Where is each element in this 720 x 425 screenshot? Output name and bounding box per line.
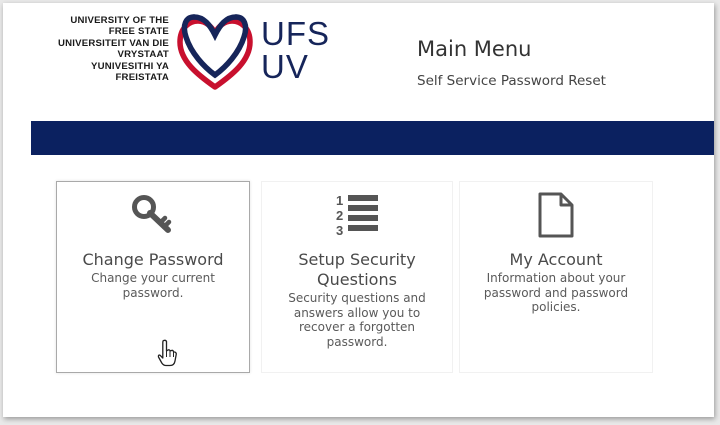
ufs-logo-icon — [177, 14, 253, 90]
tile-title: My Account — [509, 250, 603, 269]
university-name: UNIVERSITY OF THE FREE STATE UNIVERSITEI… — [23, 15, 169, 83]
svg-text:2: 2 — [336, 208, 343, 223]
page-subtitle: Self Service Password Reset — [417, 73, 606, 89]
logo-line: FREISTATA — [115, 72, 169, 84]
tile-description: Security questions and answers allow you… — [288, 291, 426, 349]
logo-line: YUNIVESITHI YA — [91, 60, 169, 72]
page-title: Main Menu — [417, 37, 532, 61]
svg-text:1: 1 — [336, 193, 343, 208]
header-banner — [31, 121, 714, 155]
hand-pointer-icon — [157, 339, 177, 367]
tile-description: Change your current password. — [91, 271, 215, 300]
tile-title: Setup Security Questions — [298, 250, 416, 289]
logo-line: VRYSTAAT — [117, 49, 169, 61]
logo-wordmark-ufs: UFS — [261, 15, 330, 52]
logo-wordmark-uv: UV — [261, 48, 309, 85]
key-icon — [57, 194, 249, 236]
tile-title: Change Password — [82, 250, 224, 269]
numbered-list-icon: 1 2 3 — [262, 192, 452, 238]
logo-line: FREE STATE — [108, 26, 169, 38]
security-questions-tile[interactable]: 1 2 3 Setup Security Questions Security … — [261, 181, 453, 373]
svg-text:3: 3 — [336, 223, 343, 238]
change-password-tile[interactable]: Change Password Change your current pass… — [56, 181, 250, 373]
my-account-tile[interactable]: My Account Information about your passwo… — [459, 181, 653, 373]
app-window: UNIVERSITY OF THE FREE STATE UNIVERSITEI… — [3, 3, 714, 417]
logo-line: UNIVERSITEIT VAN DIE — [58, 37, 169, 49]
logo-line: UNIVERSITY OF THE — [70, 15, 169, 26]
tile-description: Information about your password and pass… — [483, 271, 629, 314]
document-icon — [460, 192, 652, 238]
